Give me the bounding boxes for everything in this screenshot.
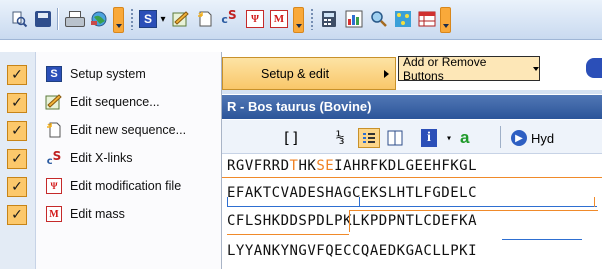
submenu-strip xyxy=(222,90,602,94)
crosslink-line xyxy=(349,210,598,211)
menu-item-label: Edit new sequence... xyxy=(70,123,187,137)
checkmark-icon[interactable]: ✓ xyxy=(7,121,27,141)
window-title: R - Bos taurus (Bovine) xyxy=(222,95,602,119)
chevron-right-icon xyxy=(384,70,389,78)
chevron-down-icon[interactable]: ▾ xyxy=(446,128,452,148)
modification-icon[interactable]: Ψ xyxy=(244,7,266,31)
add-remove-label: Add or Remove Buttons xyxy=(403,54,487,83)
checkmark-icon[interactable]: ✓ xyxy=(7,205,27,225)
add-remove-buttons[interactable]: Add or Remove Buttons xyxy=(398,54,540,83)
chart-icon[interactable] xyxy=(343,7,365,31)
hydrophobicity-icon[interactable]: ▶ xyxy=(510,128,528,148)
chevron-down-icon xyxy=(533,66,539,71)
sequence-line: CFLSHKDDSPDLPKLKPDPNTLCDEFKA xyxy=(227,213,478,229)
checkmark-icon[interactable]: ✓ xyxy=(7,177,27,197)
menu-item-label: Edit X-links xyxy=(70,151,133,165)
sequence-line: RGVFRRDTHKSEIAHRFKDLGEEHFKGL xyxy=(227,158,478,174)
sequence-line: LYYANKYNGVFQECCQAEDKGACLLPKI xyxy=(227,243,478,259)
toolbar-overflow-dropdown[interactable] xyxy=(113,7,124,33)
sequence-line: EFAKTCVADESHAGCEKSLHTLFGDELC xyxy=(227,185,478,201)
menu-item-label: Setup system xyxy=(70,67,146,81)
chevron-down-icon[interactable]: ▾ xyxy=(158,7,168,31)
crosslink-line xyxy=(502,239,582,240)
menu-item-label: Edit sequence... xyxy=(70,95,160,109)
zoom-icon[interactable] xyxy=(8,7,30,31)
font-button[interactable]: a xyxy=(460,128,469,148)
new-sequence-icon xyxy=(45,121,63,139)
toolbar-overflow-dropdown-2[interactable] xyxy=(293,7,304,33)
checkmark-icon[interactable]: ✓ xyxy=(7,93,27,113)
toolbar-separator xyxy=(500,126,502,148)
menu-item-label: Edit mass xyxy=(70,207,125,221)
mass-icon: M xyxy=(45,205,63,223)
new-sequence-icon[interactable] xyxy=(194,7,216,31)
brackets-button[interactable]: [] xyxy=(282,128,300,148)
save-icon[interactable] xyxy=(32,7,54,31)
crosslink-line xyxy=(359,197,360,207)
setup-edit-submenu[interactable]: Setup & edit xyxy=(222,57,396,90)
setup-system-icon[interactable]: S xyxy=(137,7,159,31)
column-icon[interactable] xyxy=(386,128,404,148)
edit-sequence-icon xyxy=(45,93,63,111)
crosslinks-icon[interactable]: cS xyxy=(218,7,240,31)
toolbar-grip-2[interactable] xyxy=(310,8,315,30)
crosslink-line xyxy=(222,177,602,178)
toolbar-separator xyxy=(57,8,59,30)
menu-item-edit-xlinks[interactable]: ✓ cS Edit X-links xyxy=(0,144,222,172)
sequence-toolbar: [] ⅓ i ▾ a ▶ Hyd xyxy=(222,120,602,154)
submenu-label: Setup & edit xyxy=(261,67,330,81)
hydrophobicity-label[interactable]: Hyd xyxy=(531,128,554,148)
search-icon[interactable] xyxy=(368,7,390,31)
network-icon[interactable] xyxy=(392,7,414,31)
calculator-icon[interactable] xyxy=(318,7,340,31)
menu-item-edit-sequence[interactable]: ✓ Edit sequence... xyxy=(0,88,222,116)
list-icon[interactable] xyxy=(358,128,380,148)
fraction-button[interactable]: ⅓ xyxy=(336,128,344,148)
menu-item-edit-new-sequence[interactable]: ✓ Edit new sequence... xyxy=(0,116,222,144)
checkmark-icon[interactable]: ✓ xyxy=(7,65,27,85)
mass-icon[interactable]: M xyxy=(268,7,290,31)
toolbar-overflow-dropdown-3[interactable] xyxy=(440,7,451,33)
menu-item-edit-modification[interactable]: ✓ Ψ Edit modification file xyxy=(0,172,222,200)
main-toolbar: S ▾ cS Ψ M xyxy=(0,0,602,40)
setup-system-icon: S xyxy=(45,65,63,83)
crosslink-line xyxy=(349,210,350,232)
edit-sequence-icon[interactable] xyxy=(170,7,192,31)
globe-icon[interactable] xyxy=(88,7,110,31)
crosslink-line xyxy=(594,197,595,207)
print-icon[interactable] xyxy=(63,7,85,31)
toolbar-grip[interactable] xyxy=(130,8,135,30)
table-icon[interactable] xyxy=(416,7,438,31)
checkmark-icon[interactable]: ✓ xyxy=(7,149,27,169)
info-button-icon[interactable]: i xyxy=(420,128,438,148)
crosslinks-icon: cS xyxy=(46,149,62,167)
menu-item-setup-system[interactable]: ✓ S Setup system xyxy=(0,60,222,88)
menu-item-edit-mass[interactable]: ✓ M Edit mass xyxy=(0,200,222,228)
crosslink-line xyxy=(227,206,597,207)
modification-icon: Ψ xyxy=(45,177,63,195)
sequence-view[interactable]: RGVFRRDTHKSEIAHRFKDLGEEHFKGL EFAKTCVADES… xyxy=(222,155,602,269)
customize-toolbar-menu: ✓ S Setup system ✓ Edit sequence... ✓ Ed… xyxy=(0,52,222,269)
info-icon[interactable] xyxy=(586,58,602,78)
crosslink-line xyxy=(227,234,349,235)
menu-item-label: Edit modification file xyxy=(70,179,182,193)
